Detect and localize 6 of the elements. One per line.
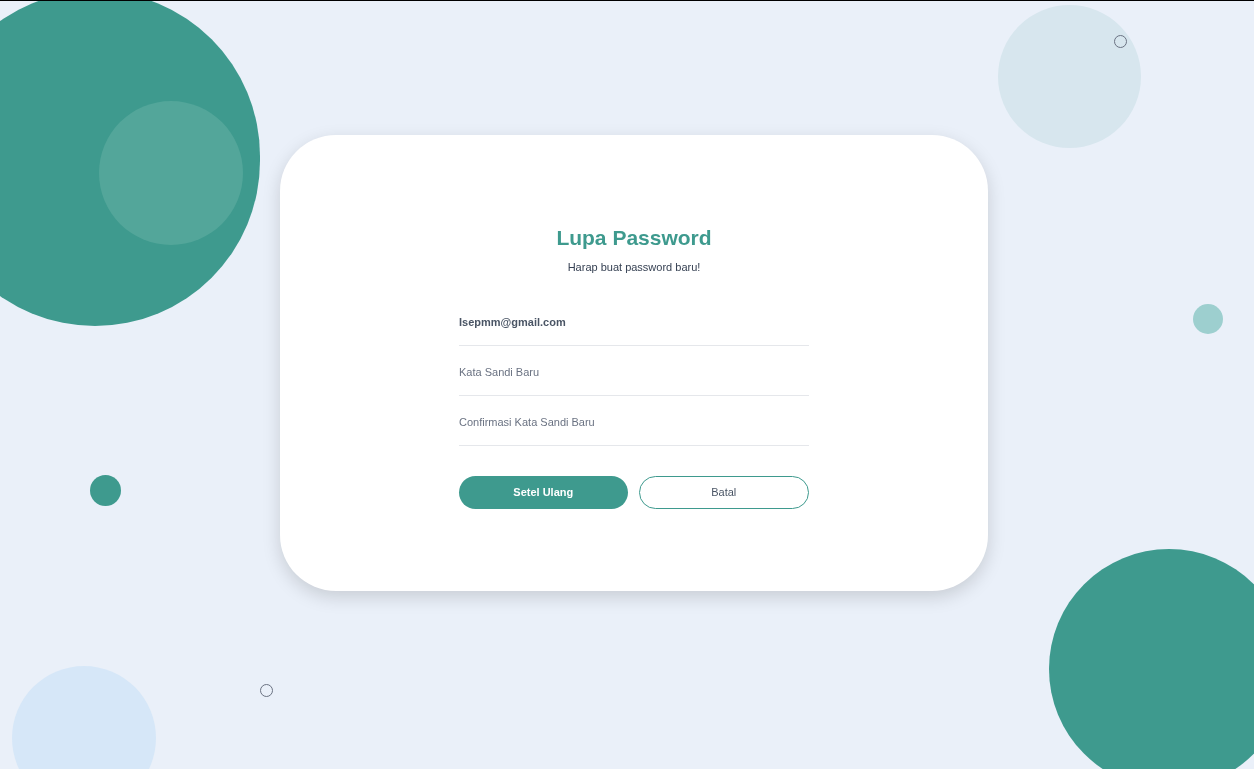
password-field[interactable]: Kata Sandi Baru [459,349,809,396]
password-field[interactable]: Confirmasi Kata Sandi Baru [459,399,809,446]
cancel-button[interactable]: Batal [638,475,809,509]
page-title: Lupa Password [556,225,712,251]
subtitle: Harap buat password baru! [567,260,701,276]
email-field[interactable]: Isepmm@gmail.com [459,299,809,346]
